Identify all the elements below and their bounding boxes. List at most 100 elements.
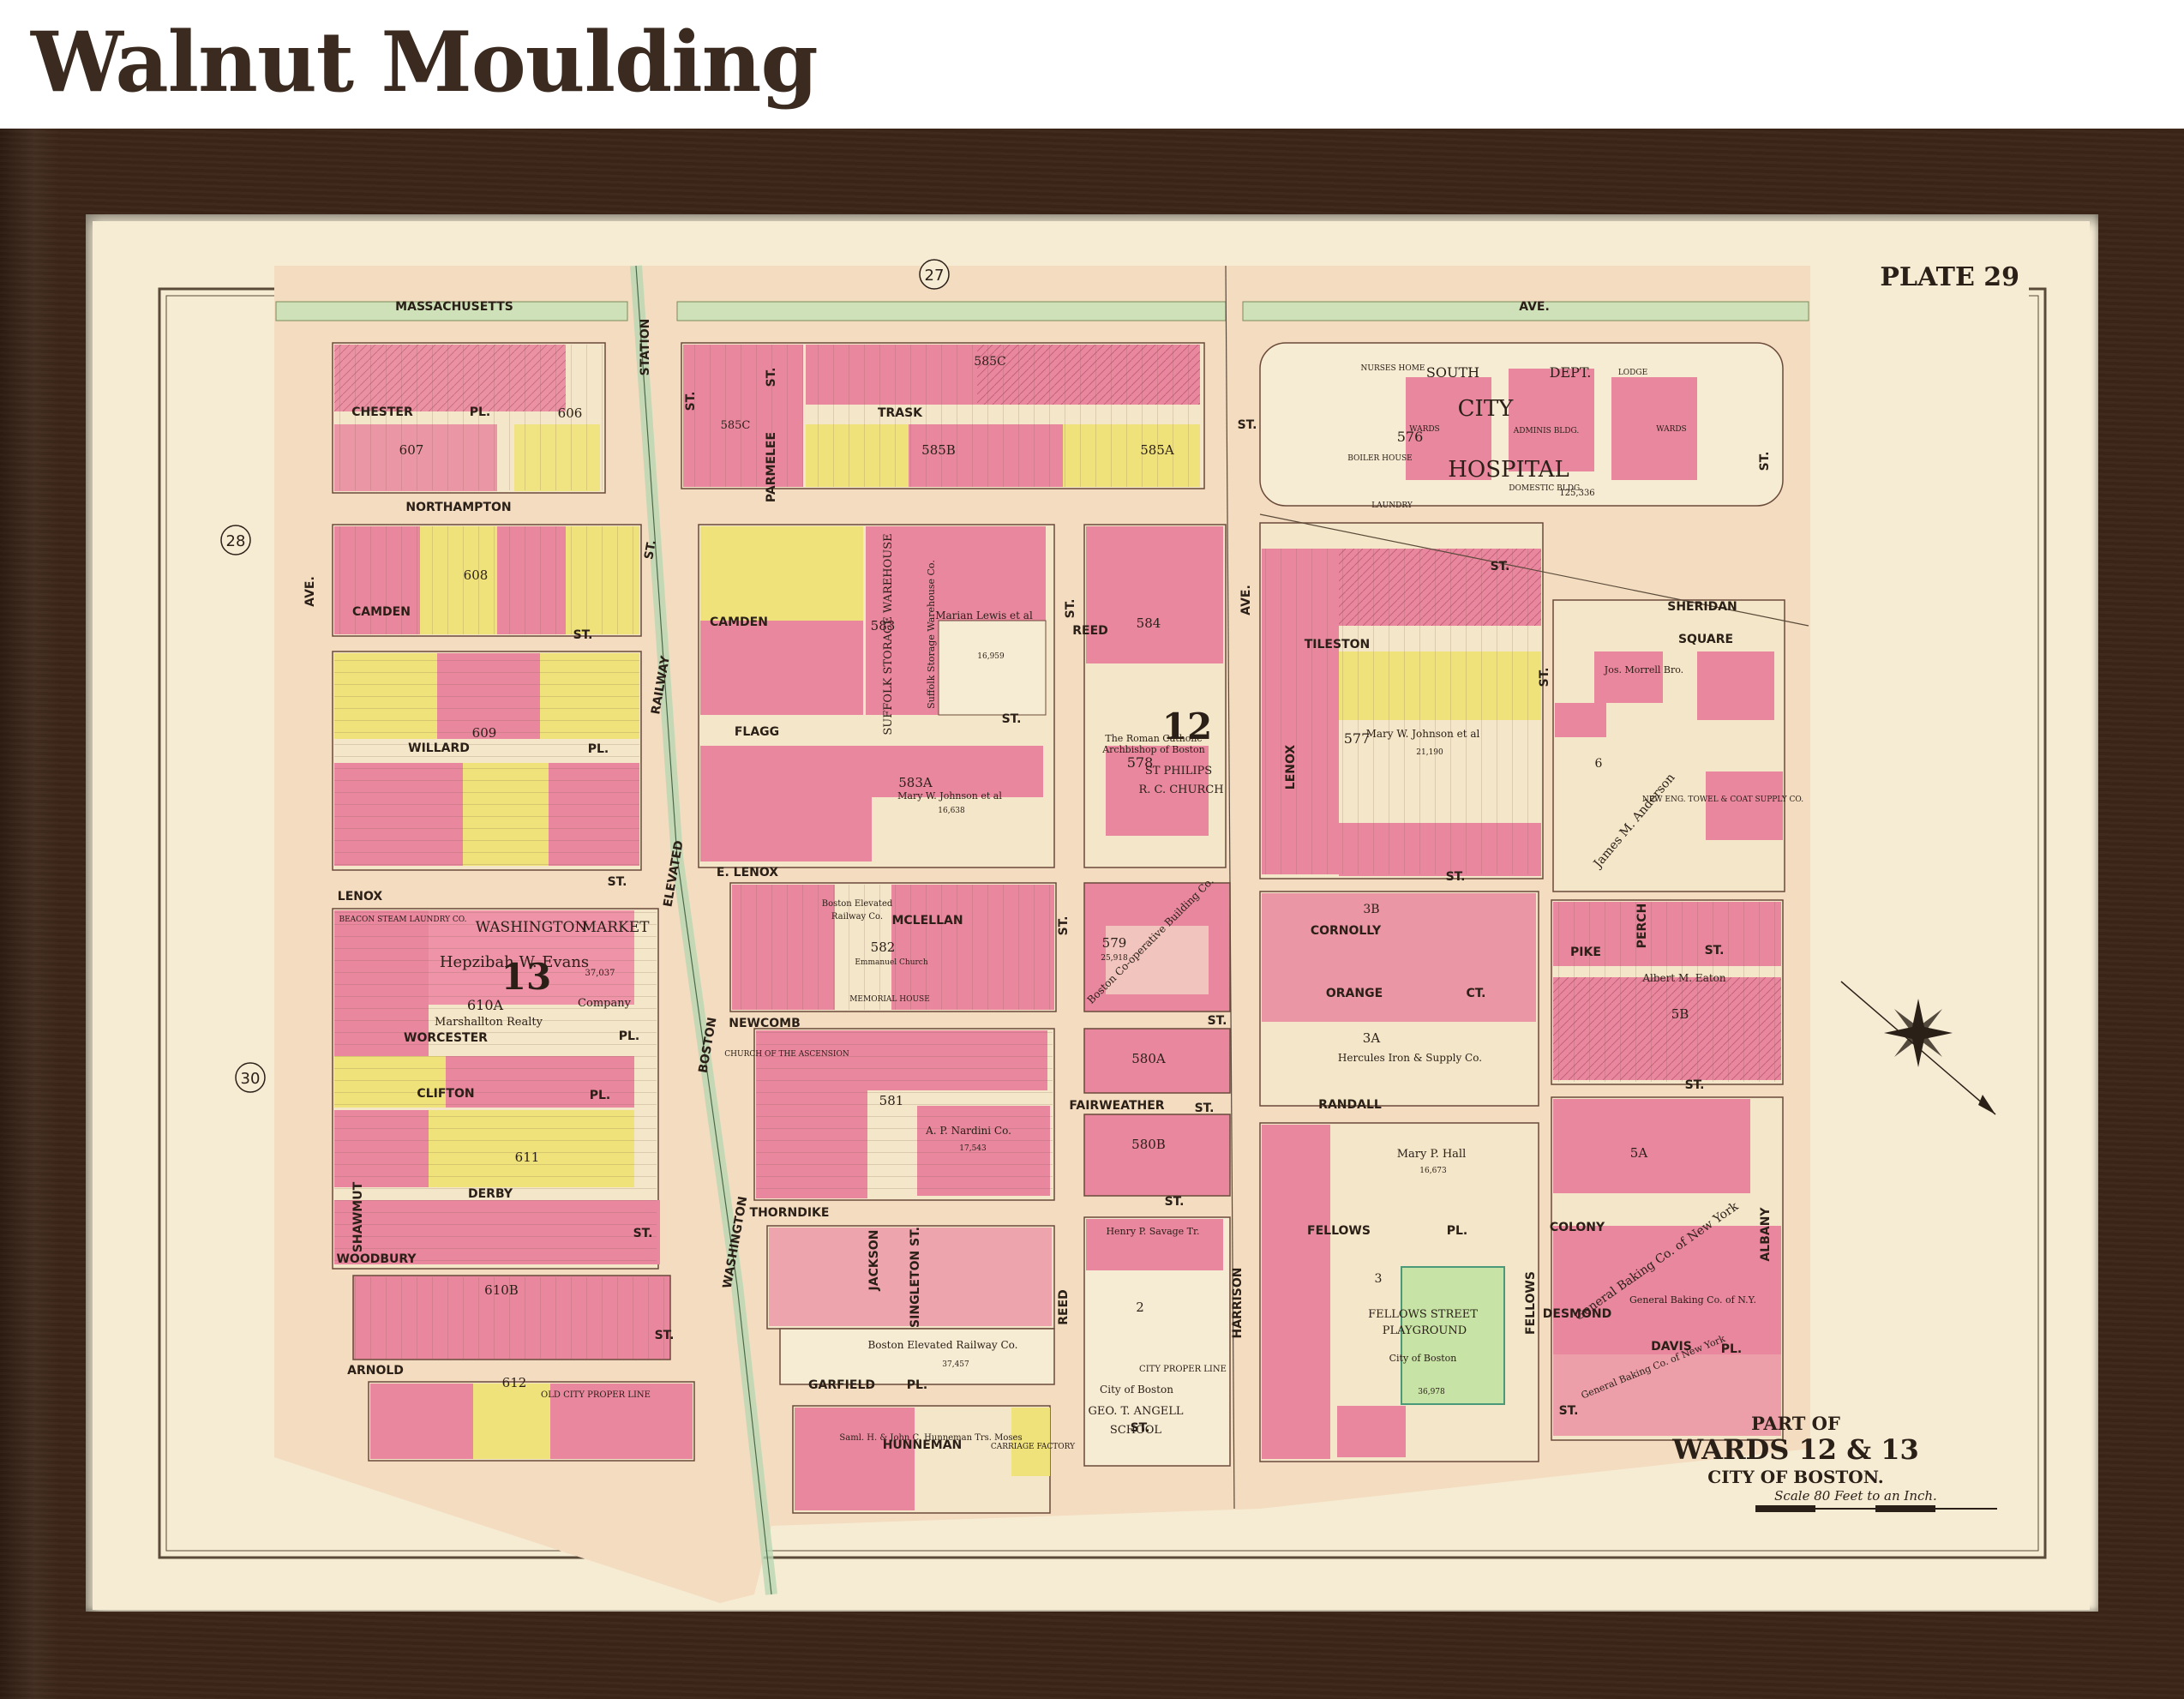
street-label-6: PARMELEE	[765, 432, 778, 502]
landmark-label-56: 17,543	[959, 1144, 987, 1153]
street-label-22: WORCESTER	[404, 1031, 488, 1045]
landmark-label-37: Boston Elevated	[822, 899, 893, 909]
street-label-4: PL.	[470, 405, 491, 419]
landmark-label-85: NEW ENG. TOWEL & COAT SUPPLY CO.	[1642, 795, 1803, 804]
landmark-label-11: BOILER HOUSE	[1347, 454, 1412, 463]
landmark-label-64: SCHOOL	[1110, 1424, 1162, 1437]
landmark-label-34: 610A	[467, 997, 504, 1013]
landmark-label-75: 606	[558, 405, 583, 421]
street-label-59: FELLOWS	[1524, 1271, 1538, 1335]
street-label-40: REED	[1057, 1289, 1071, 1325]
landmark-label-61: CITY PROPER LINE	[1139, 1365, 1227, 1374]
street-label-1: AVE.	[1519, 300, 1550, 314]
landmark-label-67: Saml. H. & John C. Hunneman Trs. Moses	[839, 1433, 1022, 1443]
map-title-line-3: CITY OF BOSTON.	[1707, 1467, 1883, 1487]
map-title-line-2: WARDS 12 & 13	[1671, 1433, 1919, 1466]
street-label-64: PERCH	[1635, 904, 1649, 949]
landmark-label-13: 125,336	[1559, 489, 1594, 498]
landmark-label-12: 576	[1397, 429, 1424, 445]
street-label-80: MCLELLAN	[891, 914, 963, 928]
street-label-18: ST.	[608, 875, 627, 889]
plate-ref-27: 27	[925, 267, 945, 285]
street-label-10: CAMDEN	[352, 605, 411, 619]
adjacent-plate-30[interactable]: 30	[235, 1062, 266, 1093]
adjacent-plate-27[interactable]: 27	[919, 259, 950, 290]
street-label-51: TILESTON	[1305, 638, 1371, 651]
map-scale-text: Scale 80 Feet to an Inch.	[1774, 1488, 1937, 1504]
landmark-label-33: 37,037	[585, 969, 615, 978]
landmark-label-14: SUFFOLK STORAGE WAREHOUSE	[882, 533, 895, 735]
street-label-13: FLAGG	[735, 725, 779, 739]
landmark-label-9: ADMINIS BLDG.	[1513, 427, 1580, 435]
landmark-label-39: 582	[871, 940, 896, 955]
street-label-19: E. LENOX	[717, 866, 778, 880]
landmark-label-23: Mary W. Johnson et al	[897, 790, 1002, 801]
street-label-77: PL.	[907, 1378, 928, 1392]
street-label-52: ST.	[1446, 870, 1466, 884]
landmark-label-52: PLAYGROUND	[1383, 1324, 1467, 1337]
street-label-48: ST.	[1491, 560, 1510, 573]
street-label-17: LENOX	[338, 890, 383, 904]
landmark-label-62: City of Boston	[1100, 1384, 1173, 1396]
landmark-label-31: BEACON STEAM LAUNDRY CO.	[339, 916, 466, 924]
landmark-label-73: 608	[464, 567, 489, 583]
landmark-label-50: 16,673	[1419, 1167, 1447, 1175]
landmark-label-93: 3	[1375, 1272, 1383, 1286]
landmark-label-28: 577	[1344, 730, 1371, 747]
landmark-label-94: 3B	[1363, 903, 1379, 916]
landmark-label-48: 3A	[1363, 1030, 1381, 1046]
street-label-41: ST.	[1064, 599, 1077, 619]
plate-number: PLATE 29	[1880, 262, 2019, 292]
landmark-label-0: SOUTH	[1426, 364, 1479, 381]
street-label-3: CHESTER	[351, 405, 413, 419]
street-label-14: ST.	[1002, 712, 1022, 726]
street-label-30: WOODBURY	[336, 1252, 417, 1266]
adjacent-plate-28[interactable]: 28	[220, 525, 251, 555]
street-label-60: ST.	[1538, 668, 1551, 687]
street-label-21: ST.	[1208, 1014, 1227, 1028]
landmark-label-3: HOSPITAL	[1448, 457, 1569, 483]
boston-atlas-map[interactable]: MASSACHUSETTS AVE. STATION CHESTER PL. TRASK P…	[0, 0, 2184, 1699]
landmark-label-43: 579	[1102, 935, 1127, 951]
street-label-5: TRASK	[878, 406, 923, 420]
street-label-47: AVE.	[1239, 585, 1253, 615]
street-label-23: PL.	[619, 1030, 640, 1043]
street-label-61: LENOX	[1284, 745, 1298, 790]
landmark-label-70: 610B	[484, 1282, 519, 1298]
landmark-label-24: 583A	[898, 775, 933, 790]
street-label-58: PL.	[1447, 1224, 1468, 1238]
landmark-label-36: Company	[578, 997, 632, 1010]
landmark-label-8: LODGE	[1618, 369, 1647, 377]
landmark-label-21: R. C. CHURCH	[1138, 783, 1223, 796]
street-label-62: PIKE	[1570, 946, 1601, 959]
street-label-56: RANDALL	[1318, 1098, 1382, 1112]
landmark-label-27: 21,190	[1416, 748, 1443, 757]
landmark-label-78: 584	[1137, 615, 1161, 631]
street-label-49: SHERIDAN	[1667, 600, 1737, 614]
landmark-label-30: MARKET	[582, 919, 651, 936]
landmark-label-87: Albert M. Eaton	[1641, 972, 1726, 984]
landmark-label-4: NURSES HOME	[1360, 364, 1425, 373]
street-label-75: ST.	[1238, 418, 1257, 432]
street-label-28: THORNDIKE	[750, 1206, 830, 1220]
landmark-label-63: GEO. T. ANGELL	[1089, 1405, 1184, 1418]
landmark-label-69: OLD CITY PROPER LINE	[541, 1390, 651, 1400]
landmark-label-51: FELLOWS STREET	[1368, 1308, 1478, 1321]
landmark-label-86: 6	[1595, 757, 1603, 771]
street-label-33: SHAWMUT	[351, 1181, 365, 1252]
landmark-label-38: Railway Co.	[831, 912, 883, 922]
street-label-57: FELLOWS	[1307, 1224, 1371, 1238]
street-label-9: AVE.	[303, 576, 317, 607]
landmark-label-74: 607	[399, 442, 424, 458]
landmark-label-89: 5A	[1630, 1145, 1648, 1161]
landmark-label-88: 5B	[1671, 1006, 1689, 1022]
landmark-label-53: City of Boston	[1389, 1353, 1457, 1364]
street-label-32: ST.	[655, 1329, 675, 1342]
ward-number-12: 12	[1162, 705, 1212, 747]
plate-ref-28: 28	[226, 532, 246, 550]
street-label-15: WILLARD	[408, 741, 470, 755]
landmark-label-72: 609	[472, 725, 497, 741]
landmark-label-57: 581	[879, 1093, 904, 1108]
street-label-31: ARNOLD	[347, 1364, 404, 1378]
street-label-53: CORNOLLY	[1311, 924, 1382, 938]
